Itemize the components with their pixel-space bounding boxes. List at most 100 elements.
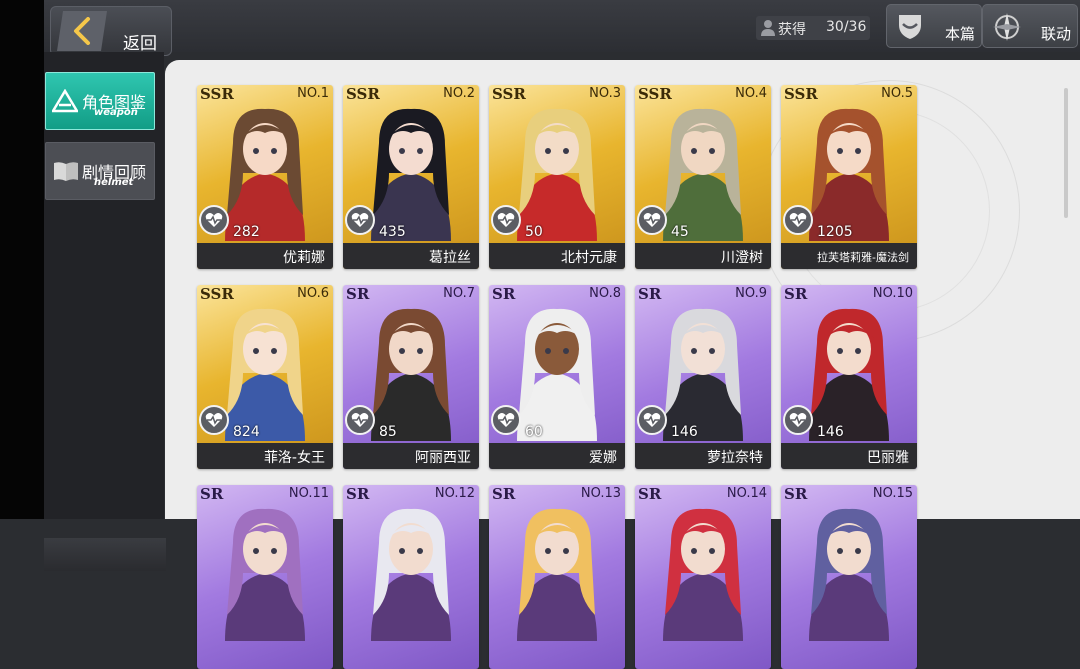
back-label: 返回 <box>123 34 157 54</box>
main-story-label: 本篇 <box>944 25 975 43</box>
affection-value: 824 <box>233 424 260 440</box>
main-story-button[interactable]: 本篇 <box>886 4 982 48</box>
affection-heart-icon <box>637 205 667 235</box>
sidebar-item-story-review[interactable]: 剧情回顾 helmet <box>45 142 155 200</box>
character-name-bar: 阿丽西亚 <box>343 443 479 469</box>
character-name-bar: 爱娜 <box>489 443 625 469</box>
card-number: NO.7 <box>443 286 475 301</box>
user-icon <box>761 20 775 36</box>
character-portrait <box>517 508 597 641</box>
rarity-badge: SR <box>638 485 662 503</box>
rarity-badge: SSR <box>638 85 672 103</box>
character-name-bar: 拉芙塔莉雅-魔法剑 <box>781 243 917 269</box>
character-card[interactable]: SSR NO.3 50 北村元康 <box>489 85 625 269</box>
rarity-badge: SR <box>492 485 516 503</box>
triangle-icon <box>52 89 78 113</box>
sidebar-item-sublabel: helmet <box>94 177 134 188</box>
rarity-badge: SSR <box>784 85 818 103</box>
card-number: NO.13 <box>580 486 621 501</box>
card-number: NO.9 <box>735 286 767 301</box>
card-number: NO.8 <box>589 286 621 301</box>
affection-value: 85 <box>379 424 397 440</box>
character-card[interactable]: SR NO.13 <box>489 485 625 669</box>
affection-value: 146 <box>817 424 844 440</box>
affection-value: 50 <box>525 224 543 240</box>
affection-value: 60 <box>525 424 543 440</box>
character-name: 菲洛-女王 <box>263 450 325 466</box>
character-name: 川澄树 <box>721 250 763 266</box>
back-button[interactable]: 返回 <box>50 6 172 56</box>
affection-value: 282 <box>233 224 260 240</box>
sidebar-item-character-codex[interactable]: 角色图鉴 weapon <box>45 72 155 130</box>
affection-value: 45 <box>671 224 689 240</box>
affection-value: 1205 <box>817 224 853 240</box>
character-card[interactable]: SSR NO.2 435 葛拉丝 <box>343 85 479 269</box>
character-name: 萝拉奈特 <box>707 450 763 466</box>
affection-heart-icon <box>491 205 521 235</box>
card-number: NO.2 <box>443 86 475 101</box>
obtained-label: 获得 <box>778 22 806 38</box>
card-number: NO.12 <box>434 486 475 501</box>
rarity-badge: SR <box>492 285 516 303</box>
character-card[interactable]: SR NO.12 <box>343 485 479 669</box>
character-card[interactable]: SR NO.10 146 巴丽雅 <box>781 285 917 469</box>
obtained-counter: 获得 30/36 <box>756 16 870 40</box>
character-card[interactable]: SR NO.8 60 爱娜 <box>489 285 625 469</box>
collab-label: 联动 <box>1040 25 1071 43</box>
character-portrait <box>225 508 305 641</box>
sidebar: 角色图鉴 weapon 剧情回顾 helmet <box>44 52 166 571</box>
card-number: NO.1 <box>297 86 329 101</box>
character-name: 拉芙塔莉雅-魔法剑 <box>817 251 909 264</box>
rarity-badge: SR <box>346 285 370 303</box>
affection-heart-icon <box>199 405 229 435</box>
affection-heart-icon <box>783 205 813 235</box>
compass-icon <box>993 13 1021 41</box>
character-card[interactable]: SR NO.9 146 萝拉奈特 <box>635 285 771 469</box>
affection-value: 146 <box>671 424 698 440</box>
character-card[interactable]: SR NO.15 <box>781 485 917 669</box>
character-name: 阿丽西亚 <box>415 450 471 466</box>
card-number: NO.15 <box>872 486 913 501</box>
rarity-badge: SSR <box>346 85 380 103</box>
book-icon <box>54 162 78 181</box>
affection-heart-icon <box>783 405 813 435</box>
character-card[interactable]: SR NO.7 85 阿丽西亚 <box>343 285 479 469</box>
shield-icon <box>899 15 921 39</box>
character-name-bar: 萝拉奈特 <box>635 443 771 469</box>
scrollbar[interactable] <box>1064 88 1068 218</box>
character-portrait <box>809 508 889 641</box>
character-name-bar: 菲洛-女王 <box>197 443 333 469</box>
obtained-count: 30/36 <box>826 19 867 35</box>
affection-heart-icon <box>345 405 375 435</box>
sidebar-footer <box>44 538 166 571</box>
screen-edge <box>0 0 44 519</box>
back-arrow-icon <box>57 11 107 51</box>
rarity-badge: SR <box>638 285 662 303</box>
card-number: NO.4 <box>735 86 767 101</box>
character-portrait <box>371 508 451 641</box>
affection-heart-icon <box>345 205 375 235</box>
character-card[interactable]: SSR NO.5 1205 拉芙塔莉雅-魔法剑 <box>781 85 917 269</box>
character-name-bar: 巴丽雅 <box>781 443 917 469</box>
character-card[interactable]: SR NO.14 <box>635 485 771 669</box>
character-name-bar: 北村元康 <box>489 243 625 269</box>
rarity-badge: SSR <box>492 85 526 103</box>
rarity-badge: SSR <box>200 285 234 303</box>
card-number: NO.11 <box>288 486 329 501</box>
character-name: 巴丽雅 <box>867 450 909 466</box>
character-card[interactable]: SSR NO.6 824 菲洛-女王 <box>197 285 333 469</box>
collab-button[interactable]: 联动 <box>982 4 1078 48</box>
affection-heart-icon <box>491 405 521 435</box>
card-number: NO.5 <box>881 86 913 101</box>
card-number: NO.6 <box>297 286 329 301</box>
rarity-badge: SR <box>200 485 224 503</box>
affection-heart-icon <box>199 205 229 235</box>
card-number: NO.10 <box>872 286 913 301</box>
rarity-badge: SR <box>784 285 808 303</box>
character-card[interactable]: SR NO.11 <box>197 485 333 669</box>
character-name: 北村元康 <box>561 250 617 266</box>
character-portrait <box>663 508 743 641</box>
character-card[interactable]: SSR NO.1 282 优莉娜 <box>197 85 333 269</box>
character-name: 优莉娜 <box>283 250 325 266</box>
character-card[interactable]: SSR NO.4 45 川澄树 <box>635 85 771 269</box>
